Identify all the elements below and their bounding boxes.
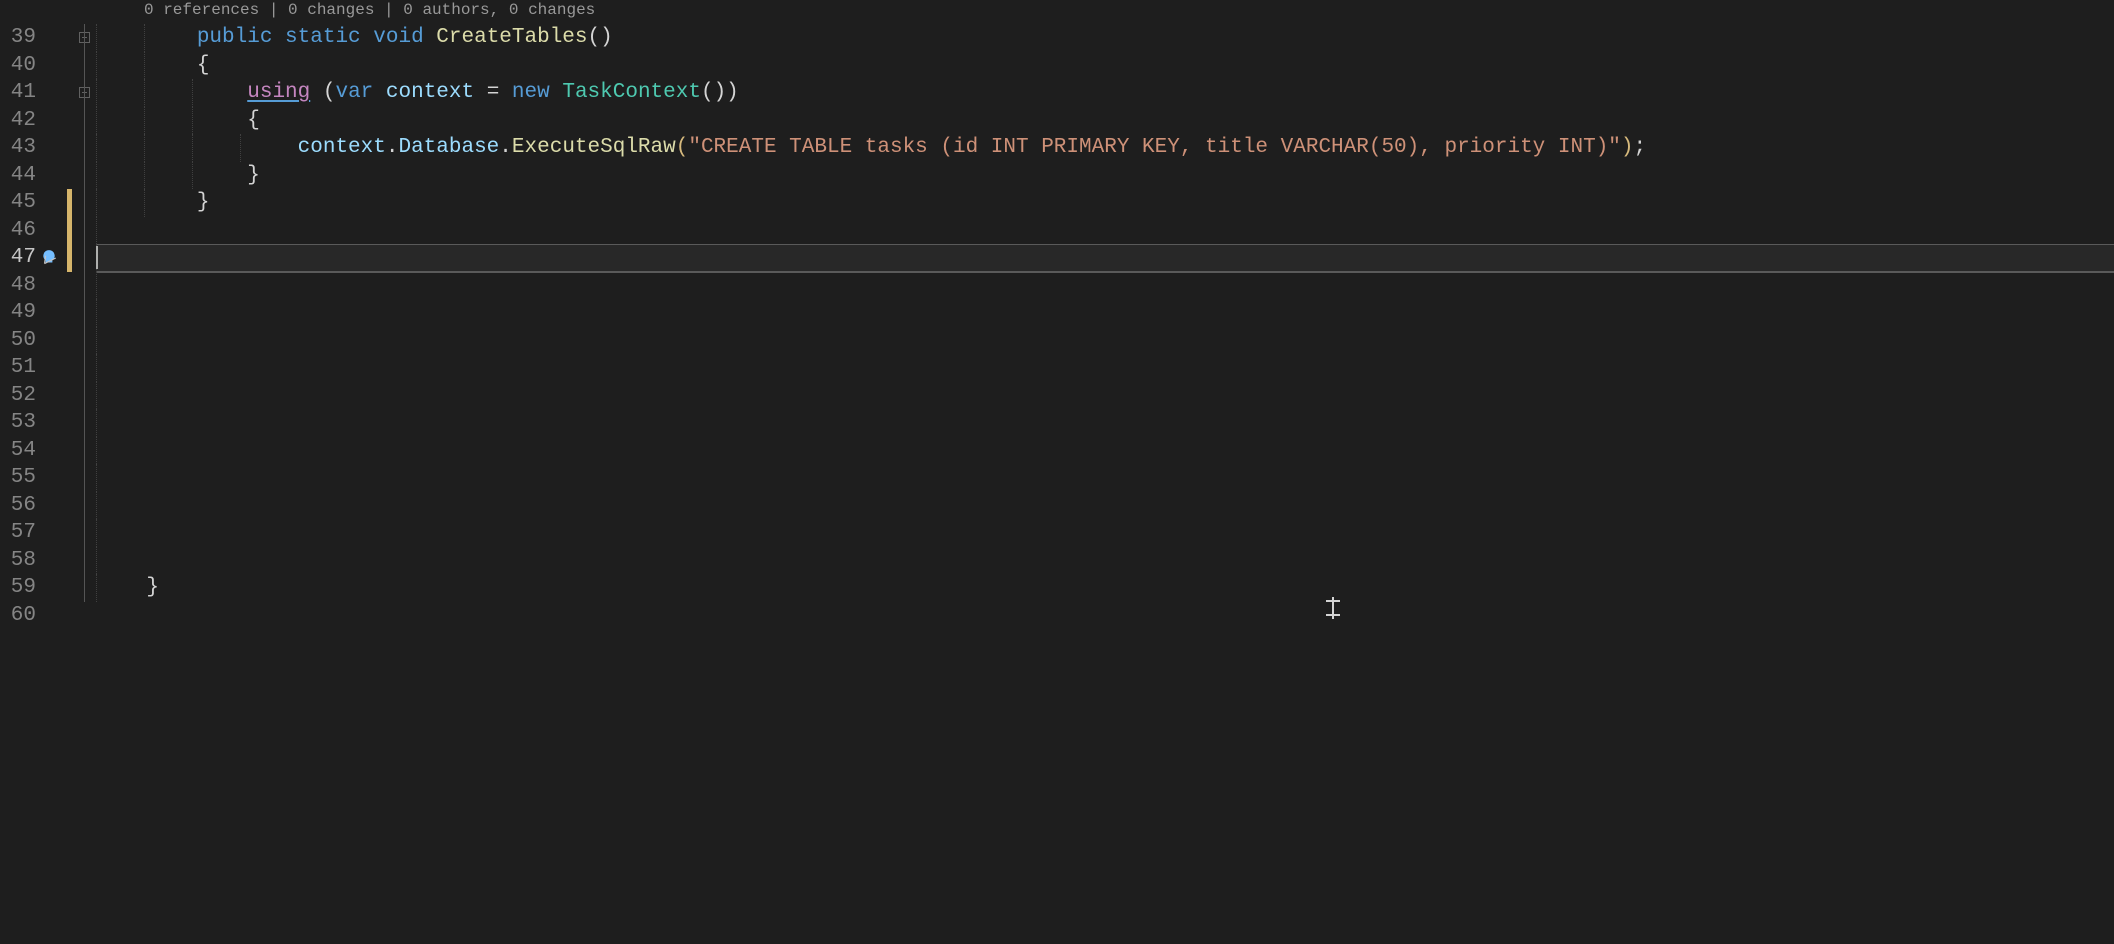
code-text: context.Database.ExecuteSqlRaw("CREATE T…: [96, 136, 1646, 159]
code-line[interactable]: [96, 272, 2114, 300]
line-number: 52: [11, 382, 36, 410]
code-line[interactable]: }: [96, 162, 2114, 190]
line-number: 53: [11, 409, 36, 437]
line-number: 54: [11, 437, 36, 465]
line-number: 56: [11, 492, 36, 520]
indent-guide: [96, 464, 97, 492]
change-marker: [67, 189, 72, 217]
code-area[interactable]: 0 references | 0 changes | 0 authors, 0 …: [96, 0, 2114, 944]
code-line[interactable]: [96, 464, 2114, 492]
line-number: 49: [11, 299, 36, 327]
code-editor[interactable]: 3940414243444546474849505152535455565758…: [0, 0, 2114, 944]
change-marker: [67, 244, 72, 272]
code-line[interactable]: [96, 492, 2114, 520]
code-line[interactable]: }: [96, 574, 2114, 602]
change-marker: [67, 217, 72, 245]
glyph-margin: [38, 0, 96, 629]
indent-guide: [96, 519, 97, 547]
indent-guide: [96, 382, 97, 410]
code-line[interactable]: [96, 602, 2114, 630]
line-number: 47: [11, 244, 36, 272]
code-line[interactable]: [96, 547, 2114, 575]
code-line[interactable]: using (var context = new TaskContext()): [96, 79, 2114, 107]
code-line[interactable]: [96, 354, 2114, 382]
code-text: {: [96, 54, 209, 77]
line-number: 58: [11, 547, 36, 575]
line-number: 40: [11, 52, 36, 80]
code-line[interactable]: [96, 519, 2114, 547]
line-number: 41: [11, 79, 36, 107]
indent-guide: [96, 547, 97, 575]
code-line[interactable]: }: [96, 189, 2114, 217]
line-number: 44: [11, 162, 36, 190]
code-line[interactable]: [96, 382, 2114, 410]
editor-gutter: 3940414243444546474849505152535455565758…: [0, 0, 96, 944]
code-text: }: [96, 164, 260, 187]
code-line[interactable]: {: [96, 107, 2114, 135]
line-numbers: 3940414243444546474849505152535455565758…: [11, 0, 36, 629]
indent-guide: [96, 492, 97, 520]
code-text: }: [96, 191, 209, 214]
line-number: 55: [11, 464, 36, 492]
indent-guide: [96, 409, 97, 437]
code-line[interactable]: [96, 299, 2114, 327]
indent-guide: [96, 437, 97, 465]
line-number: 46: [11, 217, 36, 245]
indent-guide: [96, 327, 97, 355]
line-number: 57: [11, 519, 36, 547]
indent-guide: [96, 217, 97, 245]
line-number: 60: [11, 602, 36, 630]
line-number: 42: [11, 107, 36, 135]
line-number: 51: [11, 354, 36, 382]
codelens[interactable]: 0 references | 0 changes | 0 authors, 0 …: [96, 0, 2114, 24]
code-line[interactable]: [96, 244, 2114, 272]
line-number: 45: [11, 189, 36, 217]
code-text: using (var context = new TaskContext()): [96, 81, 739, 104]
indent-guide: [96, 272, 97, 300]
codelens-text[interactable]: 0 references | 0 changes | 0 authors, 0 …: [144, 0, 595, 24]
code-line[interactable]: [96, 217, 2114, 245]
code-line[interactable]: [96, 409, 2114, 437]
line-number: 59: [11, 574, 36, 602]
indent-guide: [96, 244, 97, 272]
code-line[interactable]: [96, 327, 2114, 355]
line-number: 39: [11, 24, 36, 52]
lightbulb-icon[interactable]: [40, 249, 58, 267]
code-text: }: [96, 576, 159, 599]
code-line[interactable]: public static void CreateTables(): [96, 24, 2114, 52]
code-line[interactable]: context.Database.ExecuteSqlRaw("CREATE T…: [96, 134, 2114, 162]
line-number: 50: [11, 327, 36, 355]
code-line[interactable]: [96, 437, 2114, 465]
indent-guide: [96, 299, 97, 327]
indent-guide: [96, 354, 97, 382]
code-line[interactable]: {: [96, 52, 2114, 80]
code-text: {: [96, 109, 260, 132]
editor-caret: [96, 246, 98, 269]
line-number: 43: [11, 134, 36, 162]
code-text: public static void CreateTables(): [96, 26, 613, 49]
line-number: 48: [11, 272, 36, 300]
